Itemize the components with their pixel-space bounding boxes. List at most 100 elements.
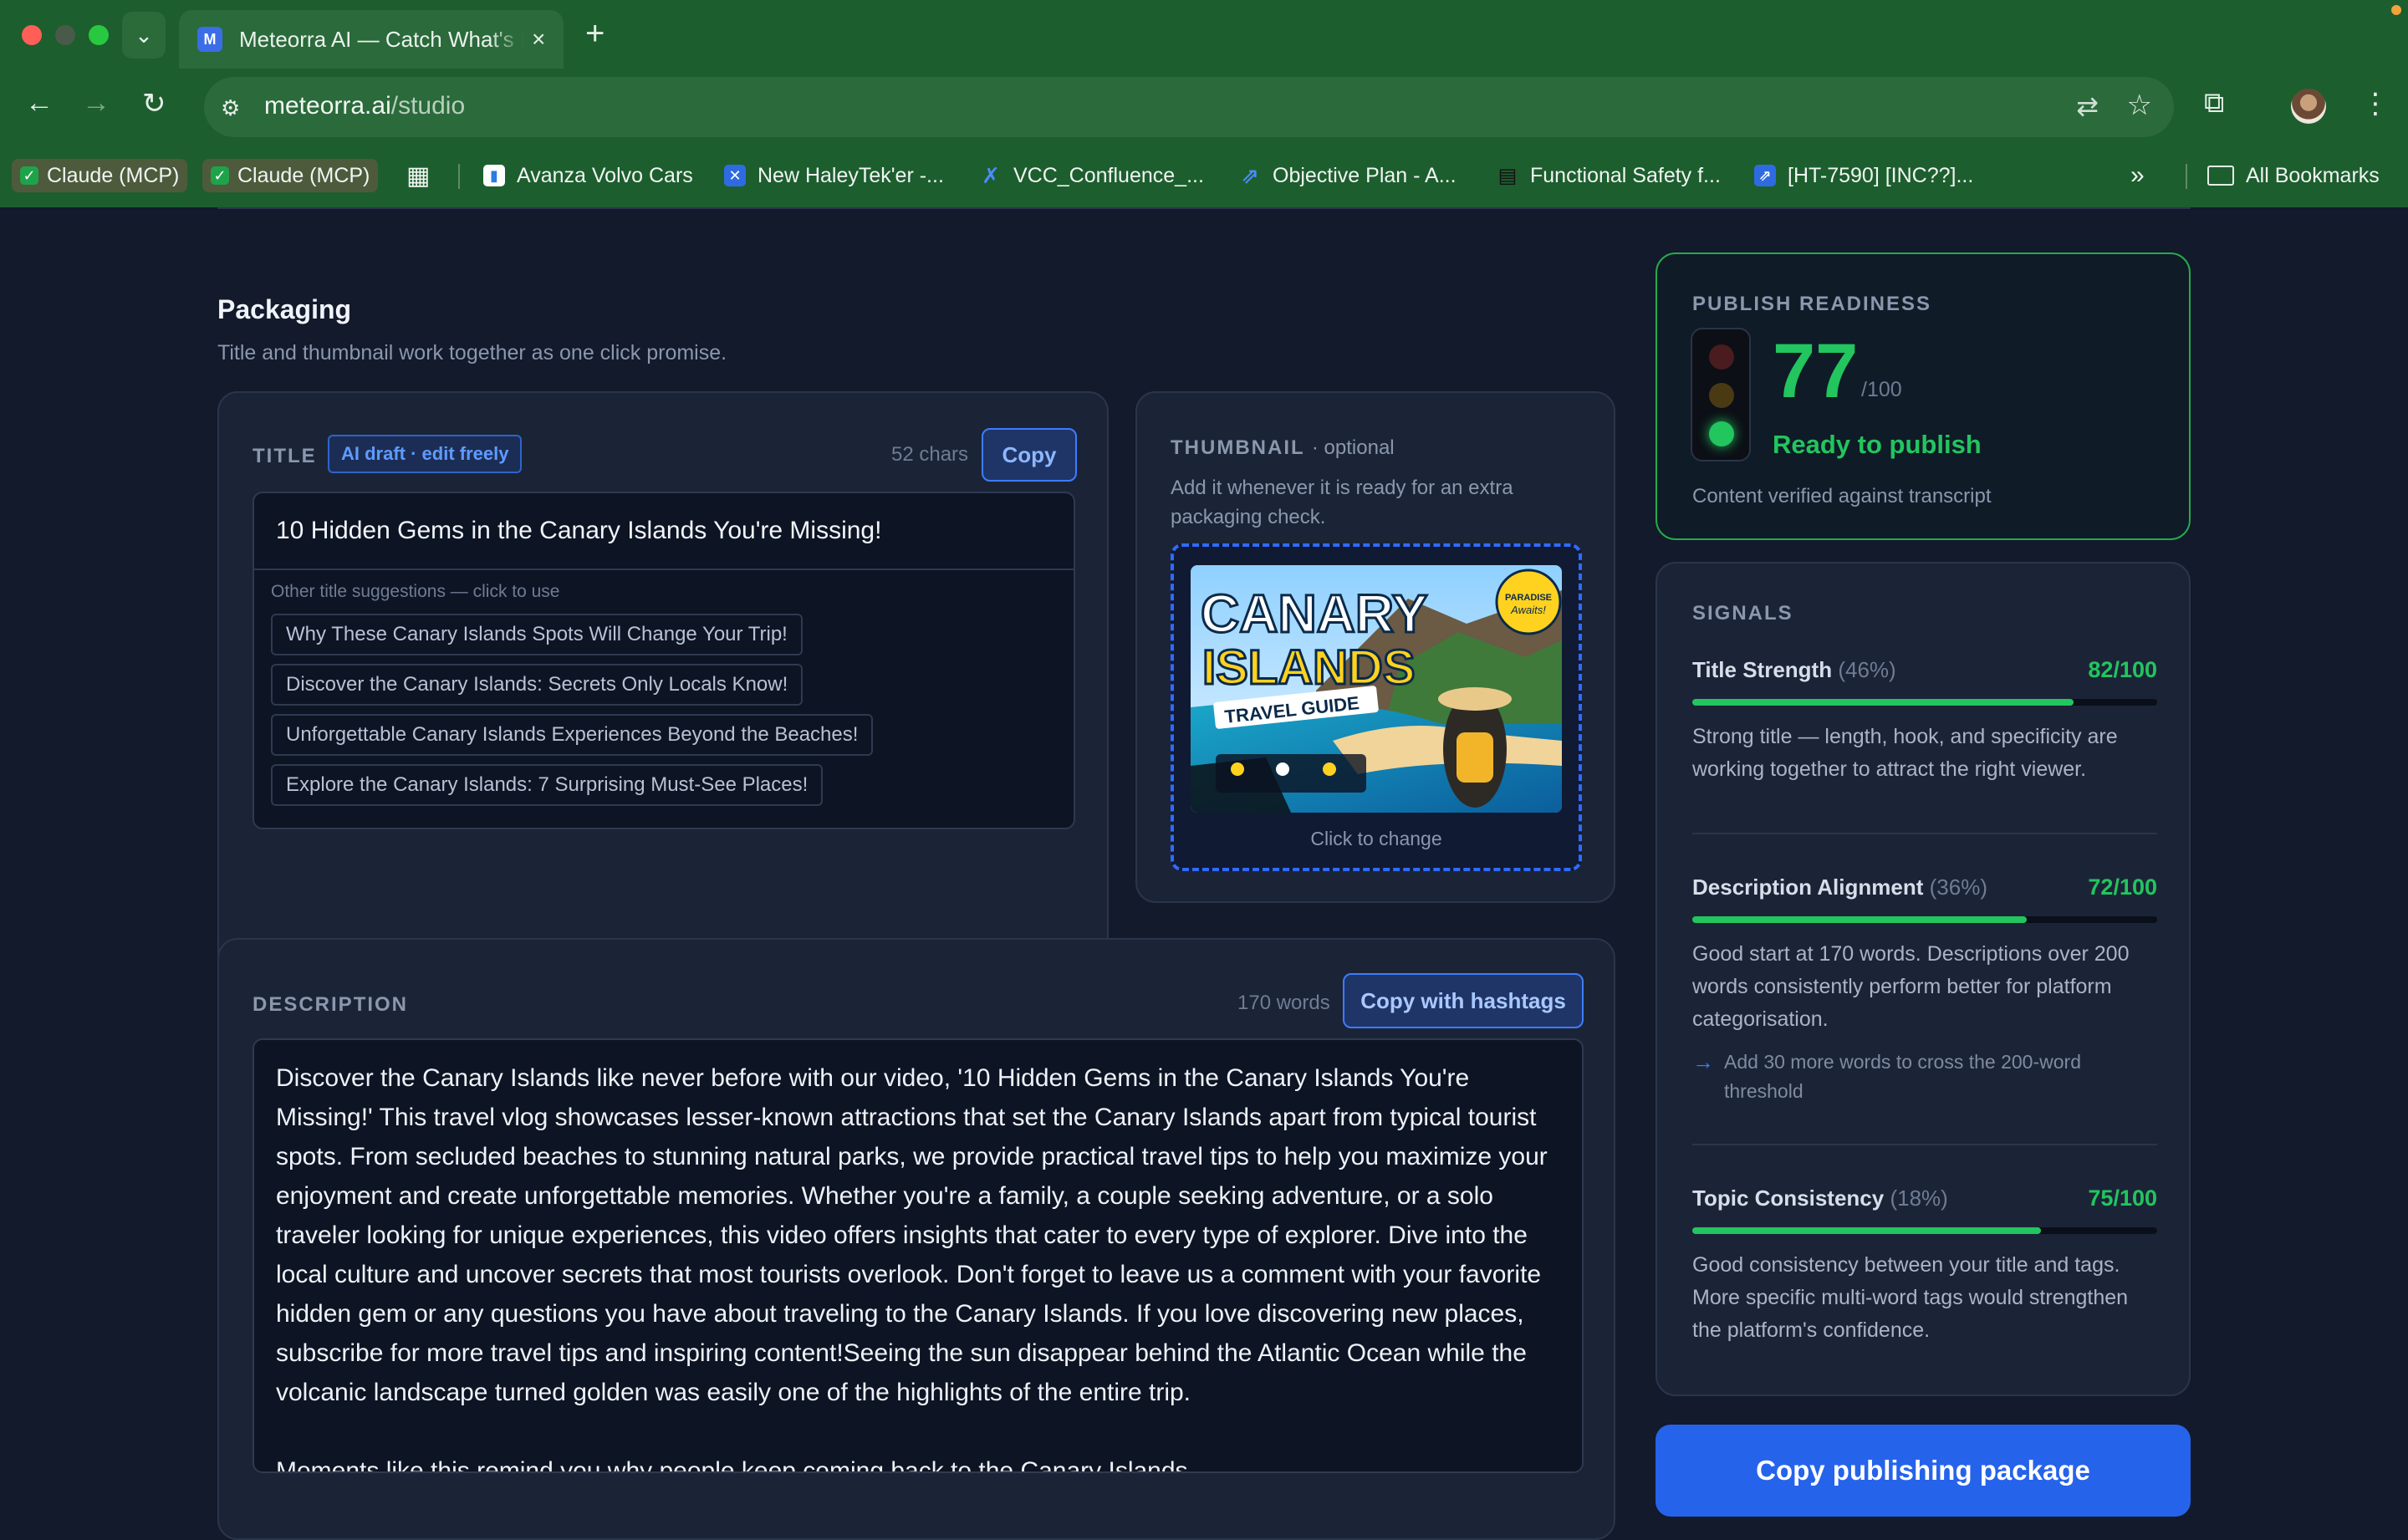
bookmark-item[interactable]: ✕ New HaleyTek'er -... [724,159,944,192]
check-icon: ✓ [20,166,38,185]
title-editor: 10 Hidden Gems in the Canary Islands You… [253,492,1075,829]
chart-icon: ▮ [483,165,505,186]
title-label: TITLE [253,445,317,467]
copy-with-hashtags-button[interactable]: Copy with hashtags [1343,973,1584,1028]
thumbnail-badge-text-2: Awaits! [1510,604,1546,616]
suggestions-label: Other title suggestions — click to use [271,582,560,601]
reload-button[interactable]: ↻ [142,87,166,120]
signal-name: Topic Consistency [1692,1186,1885,1211]
arrow-right-icon: → [1692,1049,1714,1074]
maximize-window-button[interactable] [89,25,109,45]
signal-topic-consistency: Topic Consistency (18%) 75/100 Good cons… [1692,1186,2157,1347]
bookmarks-bar: ✓ Claude (MCP) ✓ Claude (MCP) ▦ ▮ Avanza… [0,150,2408,201]
address-bar[interactable]: ⚙ meteorra.ai/studio ⇄ ☆ [204,77,2174,137]
bookmark-item[interactable]: ▤ Functional Safety f... [1497,159,1721,192]
signal-tip-text: Add 30 more words to cross the 200-word … [1724,1051,2081,1102]
minimize-window-button[interactable] [55,25,75,45]
title-suggestion[interactable]: Explore the Canary Islands: 7 Surprising… [271,764,824,806]
chevron-down-icon: ⌄ [135,22,153,48]
more-bookmarks-icon[interactable]: » [2130,159,2145,192]
ai-draft-badge: AI draft · edit freely [328,435,523,473]
tab-meteorra[interactable]: M Meteorra AI — Catch What's B × [179,10,564,69]
profile-avatar[interactable] [2291,89,2326,124]
back-button[interactable]: ← [25,87,54,120]
signal-progress-fill [1692,916,2028,923]
copy-publishing-package-button[interactable]: Copy publishing package [1656,1425,2191,1517]
folder-icon [2207,166,2234,186]
bookmark-separator [2186,164,2187,189]
description-label: DESCRIPTION [253,993,409,1016]
packaging-heading: Packaging [217,294,352,324]
thumbnail-change-label[interactable]: Click to change [1174,828,1579,850]
signal-progress-track [1692,916,2157,923]
close-window-button[interactable] [22,25,42,45]
yellow-lamp [1709,383,1734,408]
bookmark-item[interactable]: ⇗ Objective Plan - A... [1239,159,1457,192]
extensions-icon[interactable]: ⧉ [2204,87,2224,120]
bookmark-item[interactable]: ▮ Avanza Volvo Cars [483,159,693,192]
thumbnail-dropzone[interactable]: CANARY ISLANDS TRAVEL GUIDE PARADISE Awa… [1171,543,1582,871]
translate-icon[interactable]: ⇄ [2076,90,2099,122]
document-icon: ▤ [1497,164,1518,187]
signal-description: Good consistency between your title and … [1692,1253,2129,1342]
signal-progress-fill [1692,699,2074,706]
all-bookmarks-folder[interactable]: All Bookmarks [2207,159,2380,192]
section-divider [217,207,2191,209]
site-info-icon[interactable]: ⚙ [221,95,240,121]
readiness-score: 77 [1773,329,1859,414]
studio-page: Packaging Title and thumbnail work toget… [0,207,2408,1540]
check-icon: ✓ [211,166,229,185]
bookmark-label: Objective Plan - A... [1273,163,1457,187]
copy-title-button[interactable]: Copy [982,428,1077,482]
description-textarea[interactable]: Discover the Canary Islands like never b… [253,1038,1584,1473]
apps-grid-icon[interactable]: ▦ [406,159,430,192]
all-bookmarks-label: All Bookmarks [2246,163,2380,187]
bookmark-label: Functional Safety f... [1530,163,1721,187]
bookmark-label: VCC_Confluence_... [1013,163,1204,187]
signal-weight: (36%) [1929,875,1987,900]
url-host: meteorra.ai [264,92,391,120]
browser-menu-icon[interactable]: ⋮ [2361,87,2390,120]
url-text[interactable]: meteorra.ai/studio [264,92,465,120]
tab-title: Meteorra AI — Catch What's B [239,26,523,52]
bookmark-item[interactable]: ✓ Claude (MCP) [12,159,188,192]
bookmark-separator [458,164,460,189]
title-input[interactable]: 10 Hidden Gems in the Canary Islands You… [254,493,1074,570]
close-tab-icon[interactable]: × [532,26,545,53]
signal-weight: (46%) [1838,657,1896,682]
signal-score: 82/100 [2088,657,2157,682]
bookmark-label: Claude (MCP) [47,163,180,187]
packaging-subtitle: Title and thumbnail work together as one… [217,341,727,365]
bookmark-item[interactable]: ✓ Claude (MCP) [202,159,379,192]
tab-search-button[interactable]: ⌄ [122,12,166,59]
publish-readiness-card: PUBLISH READINESS 77 /100 Ready to publi… [1656,252,2191,540]
signal-name: Description Alignment [1692,875,1924,900]
url-path: /studio [390,92,466,120]
notification-dot [2391,5,2401,15]
signal-weight: (18%) [1890,1186,1948,1211]
signal-name: Title Strength [1692,657,1833,682]
description-word-count: 170 words [1237,992,1330,1014]
jira-icon: ⇗ [1754,165,1776,186]
signal-divider [1692,1144,2157,1145]
title-suggestion[interactable]: Unforgettable Canary Islands Experiences… [271,714,874,756]
forward-button[interactable]: → [82,87,110,120]
thumbnail-text-islands: ISLANDS [1202,640,1416,695]
thumbnail-optional: · optional [1311,436,1395,459]
bookmark-item[interactable]: ✗ VCC_Confluence_... [980,159,1204,192]
new-tab-button[interactable]: + [585,15,605,53]
bookmark-label: [HT-7590] [INC??]... [1788,163,1974,187]
title-suggestion[interactable]: Discover the Canary Islands: Secrets Onl… [271,664,804,706]
signal-score: 72/100 [2088,875,2157,900]
red-lamp [1709,344,1734,370]
bookmark-item[interactable]: ⇗ [HT-7590] [INC??]... [1754,159,1973,192]
signal-progress-track [1692,1227,2157,1234]
bookmark-star-icon[interactable]: ☆ [2127,89,2152,122]
readiness-label: PUBLISH READINESS [1692,293,1932,315]
description-text: Discover the Canary Islands like never b… [276,1064,1548,1473]
signal-score: 75/100 [2088,1186,2157,1211]
thumbnail-label: THUMBNAIL · optional [1171,436,1395,460]
signal-progress-track [1692,699,2157,706]
title-suggestion[interactable]: Why These Canary Islands Spots Will Chan… [271,614,803,655]
readiness-verified: Content verified against transcript [1692,485,1992,507]
